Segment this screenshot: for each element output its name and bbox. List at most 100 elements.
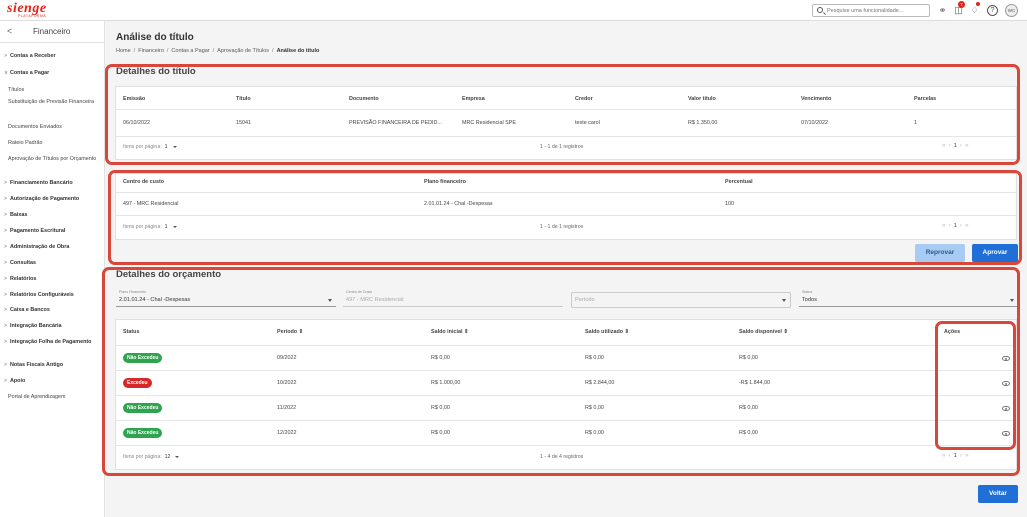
plano-financeiro-label: Plano Financeiro bbox=[119, 290, 146, 294]
sidebar-item[interactable]: ∨ Contas a Pagar bbox=[4, 70, 102, 77]
view-eye-icon[interactable] bbox=[1002, 431, 1010, 436]
breadcrumb-home[interactable]: Home bbox=[116, 48, 131, 54]
table-cell: teste carol bbox=[575, 120, 600, 126]
chevron-down-icon bbox=[1010, 299, 1014, 302]
items-per-page[interactable]: Itens por página: 1 bbox=[123, 224, 177, 230]
sidebar-item[interactable]: > Baixas bbox=[4, 212, 102, 219]
sidebar-item[interactable]: > Administração de Obra bbox=[4, 244, 102, 251]
sidebar-item[interactable]: > Integração Bancária bbox=[4, 323, 102, 330]
items-per-page-value: 12 bbox=[164, 454, 171, 460]
breadcrumb: Home / Financeiro / Contas a Pagar / Aprovação… bbox=[116, 48, 320, 54]
search-box[interactable] bbox=[812, 4, 930, 17]
status-badge: Não Excedeu bbox=[123, 353, 163, 363]
sidebar-item[interactable]: Portal de Aprendizagem bbox=[8, 394, 106, 401]
avatar[interactable]: WC bbox=[1005, 4, 1018, 17]
divider bbox=[116, 109, 1016, 110]
items-per-page-label: Itens por página: bbox=[123, 224, 162, 230]
divider bbox=[116, 192, 1016, 193]
column-header: Status bbox=[123, 329, 140, 335]
sidebar-item[interactable]: > Consultas bbox=[4, 260, 102, 267]
headset-icon[interactable]: ⚭ bbox=[937, 5, 948, 16]
voltar-button[interactable]: Voltar bbox=[978, 485, 1018, 503]
table-cell: 1 bbox=[914, 120, 917, 126]
sidebar-item[interactable]: > Relatórios Configuráveis bbox=[4, 292, 102, 299]
view-eye-icon[interactable] bbox=[1002, 406, 1010, 411]
sidebar-item[interactable]: > Caixa e Bancos bbox=[4, 307, 102, 314]
pagination-controls[interactable]: «‹1›» bbox=[942, 142, 972, 149]
plano-financeiro-select[interactable]: Plano Financeiro 2.01.01.24 - Chal -Desp… bbox=[116, 290, 336, 307]
table-cell: R$ 2.844,00 bbox=[585, 380, 615, 386]
divider bbox=[116, 136, 1016, 137]
table-cell: R$ 0,00 bbox=[585, 405, 604, 411]
table-cell: 06/10/2022 bbox=[123, 120, 150, 126]
sidebar-item[interactable]: Documentos Enviados bbox=[8, 124, 106, 131]
back-chevron-icon[interactable]: < bbox=[7, 26, 12, 36]
sidebar-item-label: Substituição de Previsão Financeira bbox=[8, 99, 94, 105]
titulo-section-title: Detalhes do título bbox=[116, 66, 196, 77]
table-cell: R$ 0,00 bbox=[739, 405, 758, 411]
chevron-down-icon bbox=[172, 225, 177, 228]
sidebar-item-label: Aprovação de Títulos por Orçamento bbox=[8, 156, 97, 162]
sidebar-item-label: Documentos Enviados bbox=[8, 124, 62, 130]
sidebar-item[interactable]: > Notas Fiscais Antigo bbox=[4, 362, 102, 369]
table-cell: 12/2022 bbox=[277, 430, 297, 436]
pagination-controls[interactable]: «‹1›» bbox=[942, 222, 972, 229]
sidebar-item[interactable]: > Autorização de Pagamento bbox=[4, 196, 102, 203]
column-header: Documento bbox=[349, 96, 379, 102]
table-cell: 11/2022 bbox=[277, 405, 297, 411]
periodo-select[interactable]: Período bbox=[571, 292, 791, 308]
sidebar-item[interactable]: > Integração Folha de Pagamento bbox=[4, 339, 102, 346]
sidebar: < Financeiro > Contas a Receber ∨ Contas a … bbox=[0, 21, 105, 517]
pagination-range: 1 - 1 de 1 registros bbox=[540, 144, 584, 150]
sidebar-item-label: Relatórios bbox=[10, 276, 37, 282]
chevron-down-icon bbox=[175, 455, 180, 458]
table-cell: R$ 1.350,00 bbox=[688, 120, 718, 126]
column-header: Credor bbox=[575, 96, 593, 102]
sidebar-item[interactable]: > Contas a Receber bbox=[4, 53, 102, 60]
sidebar-item-label: Contas a Receber bbox=[10, 53, 56, 59]
table-cell: R$ 1.000,00 bbox=[431, 380, 461, 386]
sidebar-item[interactable]: Rateio Padrão bbox=[8, 140, 106, 147]
centro-de-custo-select: Centro de Custo 497 - MRC Residencial bbox=[343, 290, 563, 307]
view-eye-icon[interactable] bbox=[1002, 381, 1010, 386]
search-input[interactable] bbox=[827, 6, 927, 16]
help-icon[interactable]: ? bbox=[987, 5, 998, 16]
items-per-page[interactable]: Itens por página: 12 bbox=[123, 454, 180, 460]
sidebar-item[interactable]: Substituição de Previsão Financeira bbox=[8, 99, 106, 106]
breadcrumb-financeiro[interactable]: Financeiro bbox=[138, 48, 164, 54]
divider bbox=[116, 445, 1016, 446]
top-bar: sienge PLATAFORMA ⚭ ◫ 7 ♢ ? WC bbox=[0, 0, 1027, 21]
table-cell: R$ 0,00 bbox=[431, 405, 450, 411]
items-per-page-label: Itens por página: bbox=[123, 454, 162, 460]
column-header: Empresa bbox=[462, 96, 485, 102]
sidebar-item[interactable]: Aprovação de Títulos por Orçamento bbox=[8, 156, 106, 163]
bell-icon[interactable]: ♢ bbox=[969, 5, 980, 16]
column-header[interactable]: Saldo disponível ⇕ bbox=[739, 329, 788, 335]
column-header: Ações bbox=[944, 329, 961, 335]
sidebar-item[interactable]: > Financiamento Bancário bbox=[4, 180, 102, 187]
items-per-page-value: 1 bbox=[164, 224, 168, 230]
breadcrumb-aprovacao[interactable]: Aprovação de Títulos bbox=[217, 48, 269, 54]
column-header[interactable]: Período ⇕ bbox=[277, 329, 303, 335]
aprovar-button[interactable]: Aprovar bbox=[972, 244, 1018, 262]
column-header[interactable]: Saldo inicial ⇕ bbox=[431, 329, 468, 335]
column-header[interactable]: Saldo utilizado ⇕ bbox=[585, 329, 629, 335]
table-row: Não Excedeu 09/2022 R$ 0,00 R$ 0,00 R$ 0,00 bbox=[116, 346, 1016, 371]
table-cell: 10/2022 bbox=[277, 380, 297, 386]
sidebar-item-label: Notas Fiscais Antigo bbox=[10, 362, 64, 368]
table-cell: 100 bbox=[725, 201, 734, 207]
breadcrumb-contas-a-pagar[interactable]: Contas a Pagar bbox=[171, 48, 209, 54]
column-header: Emissão bbox=[123, 96, 146, 102]
view-eye-icon[interactable] bbox=[1002, 356, 1010, 361]
sidebar-item[interactable]: > Pagamento Escritural bbox=[4, 228, 102, 235]
periodo-placeholder: Período bbox=[575, 297, 595, 303]
sidebar-item[interactable]: Títulos bbox=[8, 87, 106, 94]
sidebar-item[interactable]: > Relatórios bbox=[4, 276, 102, 283]
status-select[interactable]: Status Todos bbox=[799, 290, 1018, 307]
sidebar-item-label: Integração Folha de Pagamento bbox=[10, 339, 92, 345]
pagination-controls[interactable]: «‹1›» bbox=[942, 452, 972, 459]
status-badge: Não Excedeu bbox=[123, 403, 163, 413]
reprovar-button[interactable]: Reprovar bbox=[915, 244, 965, 262]
items-per-page[interactable]: Itens por página: 1 bbox=[123, 144, 177, 150]
sidebar-item[interactable]: > Apoio bbox=[4, 378, 102, 385]
